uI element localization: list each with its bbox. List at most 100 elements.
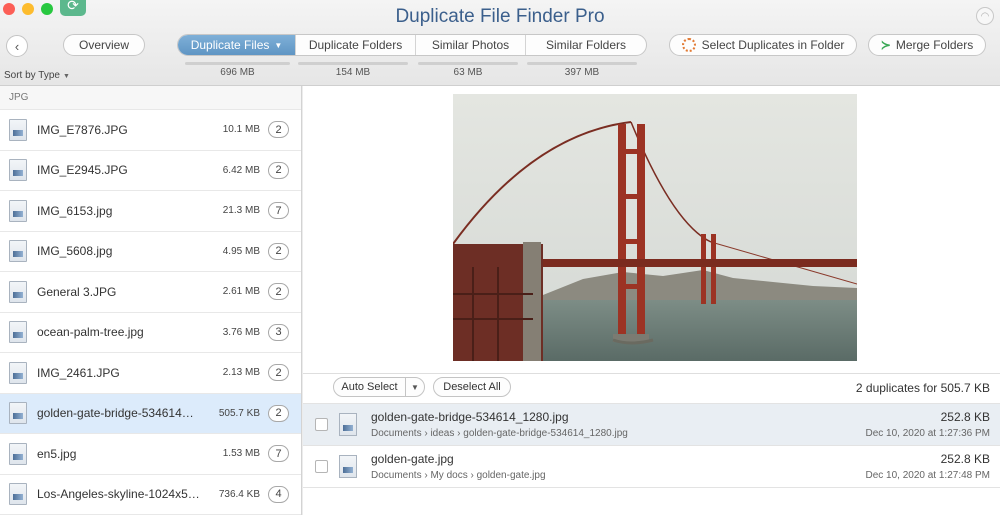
file-name: IMG_5608.jpg <box>37 244 113 259</box>
duplicate-count-badge: 2 <box>268 283 289 301</box>
image-preview <box>453 94 857 361</box>
image-file-icon <box>339 455 357 478</box>
auto-select-button[interactable]: Auto Select ▼ <box>333 377 425 397</box>
image-file-icon <box>9 280 27 303</box>
file-size: 505.7 KB <box>218 407 260 419</box>
tab-similar-photos[interactable]: Similar Photos <box>416 35 526 55</box>
image-file-icon <box>9 402 27 425</box>
file-name: IMG_2461.JPG <box>37 365 120 380</box>
sort-dropdown[interactable]: Sort by Type ▼ <box>4 70 70 81</box>
merge-folders-label: Merge Folders <box>895 38 974 52</box>
file-list-item[interactable]: IMG_5608.jpg 4.95 MB 2 <box>0 232 301 272</box>
file-size: 2.13 MB <box>222 367 260 379</box>
file-size: 10.1 MB <box>222 124 260 136</box>
tab-duplicate-folders[interactable]: Duplicate Folders <box>296 35 416 55</box>
bridge-photo <box>453 94 857 361</box>
duplicate-name: golden-gate-bridge-534614_1280.jpg <box>371 410 569 424</box>
size-label: 397 MB <box>564 67 600 78</box>
file-size: 2.61 MB <box>222 286 260 298</box>
select-duplicates-in-folder-button[interactable]: Select Duplicates in Folder <box>669 34 857 56</box>
duplicate-count-badge: 3 <box>268 323 289 341</box>
duplicate-date: Dec 10, 2020 at 1:27:48 PM <box>865 470 990 481</box>
duplicate-path: Documents › ideas › golden-gate-bridge-5… <box>371 428 628 439</box>
duplicate-size: 252.8 KB <box>940 452 990 466</box>
size-label: 696 MB <box>220 67 255 78</box>
file-list-item[interactable]: IMG_6153.jpg 21.3 MB 7 <box>0 191 301 232</box>
main-pane: Auto Select ▼ Deselect All 2 duplicates … <box>303 86 1000 515</box>
file-list-item[interactable]: IMG_E7876.JPG 10.1 MB 2 <box>0 110 301 151</box>
file-list-item[interactable]: Los-Angeles-skyline-1024x57... 736.4 KB 4 <box>0 475 301 515</box>
duplicate-checkbox[interactable] <box>315 460 328 473</box>
image-file-icon <box>9 442 27 465</box>
duplicates-summary: 2 duplicates for 505.7 KB <box>855 381 990 395</box>
target-icon <box>681 38 696 52</box>
image-file-icon <box>9 199 27 222</box>
file-size: 4.95 MB <box>222 245 260 257</box>
duplicate-row[interactable]: golden-gate-bridge-534614_1280.jpg Docum… <box>303 403 1000 445</box>
group-header: JPG <box>0 86 301 110</box>
duplicate-size: 252.8 KB <box>940 410 990 424</box>
chevron-down-icon: ▼ <box>274 40 283 50</box>
size-bar <box>185 62 290 65</box>
duplicate-name: golden-gate.jpg <box>371 452 454 466</box>
auto-select-label: Auto Select <box>334 378 406 396</box>
tab-duplicate-files[interactable]: Duplicate Files ▼ <box>178 35 296 55</box>
file-size: 6.42 MB <box>222 164 260 176</box>
file-name: IMG_E2945.JPG <box>37 163 128 178</box>
duplicate-count-badge: 7 <box>268 445 289 463</box>
duplicate-count-badge: 2 <box>268 404 289 422</box>
deselect-all-button[interactable]: Deselect All <box>433 377 511 397</box>
size-label: 154 MB <box>335 67 371 78</box>
file-size: 1.53 MB <box>222 448 260 460</box>
file-list-item[interactable]: ocean-palm-tree.jpg 3.76 MB 3 <box>0 313 301 353</box>
tab-similar-folders[interactable]: Similar Folders <box>526 35 646 55</box>
back-button[interactable]: ‹ <box>6 35 28 57</box>
file-size: 3.76 MB <box>222 326 260 338</box>
size-bar <box>527 62 637 65</box>
duplicate-date: Dec 10, 2020 at 1:27:36 PM <box>865 428 990 439</box>
rss-icon[interactable]: ◠ <box>976 7 994 25</box>
file-name: General 3.JPG <box>37 284 117 299</box>
image-file-icon <box>9 321 27 344</box>
file-list-item[interactable]: golden-gate-bridge-534614_1... 505.7 KB 2 <box>0 393 301 434</box>
file-name: Los-Angeles-skyline-1024x57... <box>37 487 200 502</box>
duplicate-row[interactable]: golden-gate.jpg Documents › My docs › go… <box>303 445 1000 487</box>
image-file-icon <box>9 240 27 263</box>
file-size: 21.3 MB <box>222 205 260 217</box>
duplicate-count-badge: 4 <box>268 485 289 503</box>
image-file-icon <box>339 413 357 436</box>
chevron-down-icon: ▼ <box>62 73 70 80</box>
image-file-icon <box>9 118 27 141</box>
size-bar <box>298 62 408 65</box>
merge-folders-button[interactable]: ≻ Merge Folders <box>868 34 986 56</box>
tab-label: Duplicate Files <box>190 38 270 52</box>
file-list-item[interactable]: en5.jpg 1.53 MB 7 <box>0 434 301 475</box>
app-title: Duplicate File Finder Pro <box>395 6 605 27</box>
divider <box>303 487 1000 488</box>
merge-icon: ≻ <box>880 38 891 52</box>
duplicate-count-badge: 2 <box>268 364 289 382</box>
chevron-down-icon[interactable]: ▼ <box>406 378 424 396</box>
image-file-icon <box>9 159 27 182</box>
file-size: 736.4 KB <box>218 488 260 500</box>
duplicate-checkbox[interactable] <box>315 418 328 431</box>
overview-button[interactable]: Overview <box>63 34 145 56</box>
file-list: IMG_E7876.JPG 10.1 MB 2 IMG_E2945.JPG 6.42 M… <box>0 110 301 515</box>
file-name: ocean-palm-tree.jpg <box>37 325 144 340</box>
file-list-sidebar: JPG IMG_E7876.JPG 10.1 MB 2 IMG_E2945.JPG 6.… <box>0 86 302 515</box>
tab-size-indicators: 696 MB 154 MB 63 MB 397 MB <box>185 62 655 82</box>
sort-label: Sort by Type <box>4 70 60 81</box>
duplicate-path: Documents › My docs › golden-gate.jpg <box>371 470 546 481</box>
image-file-icon <box>9 483 27 506</box>
file-list-item[interactable]: IMG_2461.JPG 2.13 MB 2 <box>0 353 301 394</box>
select-duplicates-label: Select Duplicates in Folder <box>701 38 845 52</box>
file-name: IMG_6153.jpg <box>37 203 113 218</box>
size-bar <box>418 62 518 65</box>
size-label: 63 MB <box>453 67 483 78</box>
duplicate-count-badge: 2 <box>268 161 289 179</box>
image-file-icon <box>9 361 27 384</box>
duplicate-count-badge: 7 <box>268 202 289 220</box>
file-list-item[interactable]: General 3.JPG 2.61 MB 2 <box>0 272 301 313</box>
file-list-item[interactable]: IMG_E2945.JPG 6.42 MB 2 <box>0 151 301 191</box>
file-name: golden-gate-bridge-534614_1... <box>37 406 200 421</box>
